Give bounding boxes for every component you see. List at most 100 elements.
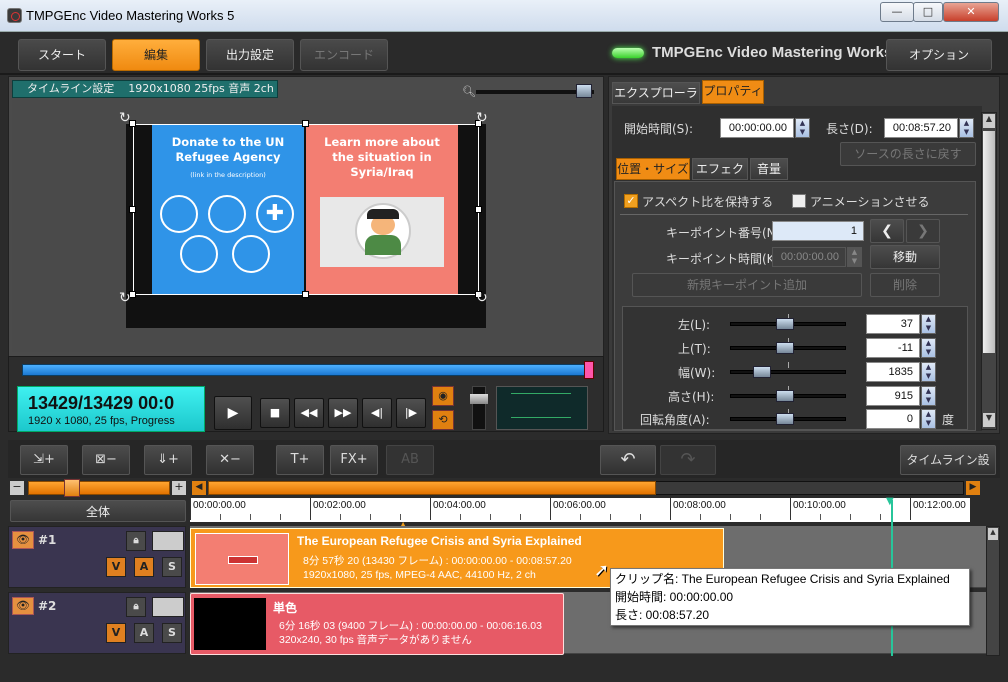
slider-value-field[interactable]: 1835: [866, 362, 920, 382]
keypoint-number-field[interactable]: 1: [772, 221, 864, 241]
slider-value-field[interactable]: 915: [866, 386, 920, 406]
next-keypoint-button[interactable]: ❯: [906, 219, 940, 243]
resize-handle[interactable]: [302, 291, 309, 298]
lock-icon[interactable]: 🔒︎: [126, 597, 146, 617]
track-a-toggle[interactable]: A: [134, 623, 154, 643]
subtab-volume[interactable]: 音量: [750, 158, 788, 180]
remove-track-icon[interactable]: ✕−: [206, 445, 254, 475]
rotate-handle-icon[interactable]: ↻: [476, 290, 488, 306]
track-s-toggle[interactable]: S: [162, 623, 182, 643]
insert-track-icon[interactable]: ⇓+: [144, 445, 192, 475]
subtab-position-size[interactable]: 位置・サイズ: [616, 158, 690, 180]
stop-button[interactable]: ■: [260, 398, 290, 428]
scroll-right-icon[interactable]: ▶: [966, 481, 980, 495]
remove-clip-icon[interactable]: ⊠−: [82, 445, 130, 475]
add-effect-icon[interactable]: FX+: [330, 445, 378, 475]
tab-encode[interactable]: エンコード: [300, 39, 388, 71]
zoom-slider-thumb[interactable]: [576, 84, 592, 98]
track-s-toggle[interactable]: S: [162, 557, 182, 577]
undo-icon[interactable]: ↶: [600, 445, 656, 475]
delete-keypoint-button[interactable]: 削除: [870, 273, 940, 297]
slider-value-spinner[interactable]: ▲ ▼: [921, 314, 936, 334]
value-slider[interactable]: [730, 370, 846, 374]
clip-track-2[interactable]: 単色 6分 16秒 03 (9400 フレーム) : 00:00:00.00 - …: [190, 593, 564, 655]
slider-thumb[interactable]: [753, 366, 771, 378]
move-button[interactable]: 移動: [870, 245, 940, 269]
options-button[interactable]: オプション: [886, 39, 992, 71]
tab-explorer[interactable]: エクスプローラー: [612, 82, 700, 120]
tab-properties[interactable]: プロパティ: [702, 80, 764, 104]
visibility-eye-icon[interactable]: 👁︎: [12, 531, 34, 549]
track-display-icon[interactable]: [152, 531, 184, 551]
resize-handle[interactable]: [129, 206, 136, 213]
slider-value-field[interactable]: 37: [866, 314, 920, 334]
playhead-marker-icon[interactable]: ▼: [886, 496, 894, 507]
audio-toggle-icon[interactable]: ◉: [432, 386, 454, 406]
add-text-icon[interactable]: T+: [276, 445, 324, 475]
rewind-button[interactable]: ◀◀: [294, 398, 324, 428]
tab-output-settings[interactable]: 出力設定: [206, 39, 294, 71]
loop-icon[interactable]: ⟲: [432, 410, 454, 430]
subtab-effect[interactable]: エフェクト: [692, 158, 748, 196]
timeline-settings-button[interactable]: タイムライン設定: [900, 445, 996, 495]
play-button[interactable]: ▶: [214, 396, 252, 430]
track-a-toggle[interactable]: A: [134, 557, 154, 577]
timeline-hscroll-thumb[interactable]: [208, 481, 656, 495]
keypoint-time-spinner[interactable]: ▲ ▼: [847, 247, 862, 267]
length-spinner[interactable]: ▲ ▼: [959, 118, 974, 138]
properties-scrollbar[interactable]: ▲ ▼: [981, 112, 997, 430]
rotate-handle-icon[interactable]: ↻: [119, 290, 131, 306]
fast-forward-button[interactable]: ▶▶: [328, 398, 358, 428]
zoom-thumb[interactable]: [64, 479, 80, 497]
track-v-toggle[interactable]: V: [106, 623, 126, 643]
slider-thumb[interactable]: [776, 390, 794, 402]
rotate-handle-icon[interactable]: ↻: [119, 110, 131, 126]
rotate-handle-icon[interactable]: ↻: [476, 110, 488, 126]
next-frame-button[interactable]: |▶: [396, 398, 426, 428]
maximize-button[interactable]: □: [913, 2, 943, 22]
restore-length-button[interactable]: ソースの長さに戻す: [840, 142, 976, 166]
seek-thumb[interactable]: [584, 361, 594, 379]
keep-aspect-checkbox[interactable]: ✓: [624, 194, 638, 208]
slider-thumb[interactable]: [776, 413, 794, 425]
slider-thumb[interactable]: [776, 318, 794, 330]
volume-slider[interactable]: [472, 386, 486, 430]
slider-value-spinner[interactable]: ▲ ▼: [921, 409, 936, 429]
start-time-field[interactable]: 00:00:00.00: [720, 118, 794, 138]
prev-frame-button[interactable]: ◀|: [362, 398, 392, 428]
add-clip-icon[interactable]: ⇲+: [20, 445, 68, 475]
resize-handle[interactable]: [475, 206, 482, 213]
minimize-button[interactable]: —: [880, 2, 914, 22]
visibility-eye-icon[interactable]: 👁︎: [12, 597, 34, 615]
timeline-vscroll[interactable]: ▲: [986, 526, 1000, 656]
scroll-left-icon[interactable]: ◀: [192, 481, 206, 495]
prev-keypoint-button[interactable]: ❮: [870, 219, 904, 243]
lock-icon[interactable]: 🔒︎: [126, 531, 146, 551]
length-field[interactable]: 00:08:57.20: [884, 118, 958, 138]
zoom-in-icon[interactable]: +: [172, 481, 186, 495]
new-keypoint-button[interactable]: 新規キーポイント追加: [632, 273, 862, 297]
transition-icon[interactable]: AB: [386, 445, 434, 475]
resize-handle[interactable]: [302, 120, 309, 127]
slider-value-spinner[interactable]: ▲ ▼: [921, 386, 936, 406]
slider-thumb[interactable]: [776, 342, 794, 354]
keypoint-time-field[interactable]: 00:00:00.00: [772, 247, 846, 267]
close-button[interactable]: ✕: [943, 2, 999, 22]
volume-thumb[interactable]: [470, 394, 488, 404]
slider-value-spinner[interactable]: ▲ ▼: [921, 362, 936, 382]
time-ruler[interactable]: 00:00:00.00 00:02:00.00 00:04:00.00 00:06:0…: [190, 498, 970, 522]
zoom-out-icon[interactable]: −: [10, 481, 24, 495]
seek-bar[interactable]: [22, 364, 588, 376]
selection-frame[interactable]: [133, 124, 479, 295]
timeline-zoom-slider[interactable]: [28, 481, 170, 495]
slider-value-spinner[interactable]: ▲ ▼: [921, 338, 936, 358]
show-all-button[interactable]: 全体: [10, 500, 186, 522]
slider-value-field[interactable]: 0: [866, 409, 920, 429]
redo-icon[interactable]: ↷: [660, 445, 716, 475]
slider-value-field[interactable]: -11: [866, 338, 920, 358]
track-v-toggle[interactable]: V: [106, 557, 126, 577]
animate-checkbox[interactable]: [792, 194, 806, 208]
tab-edit[interactable]: 編集: [112, 39, 200, 71]
start-time-spinner[interactable]: ▲ ▼: [795, 118, 810, 138]
track-display-icon[interactable]: [152, 597, 184, 617]
